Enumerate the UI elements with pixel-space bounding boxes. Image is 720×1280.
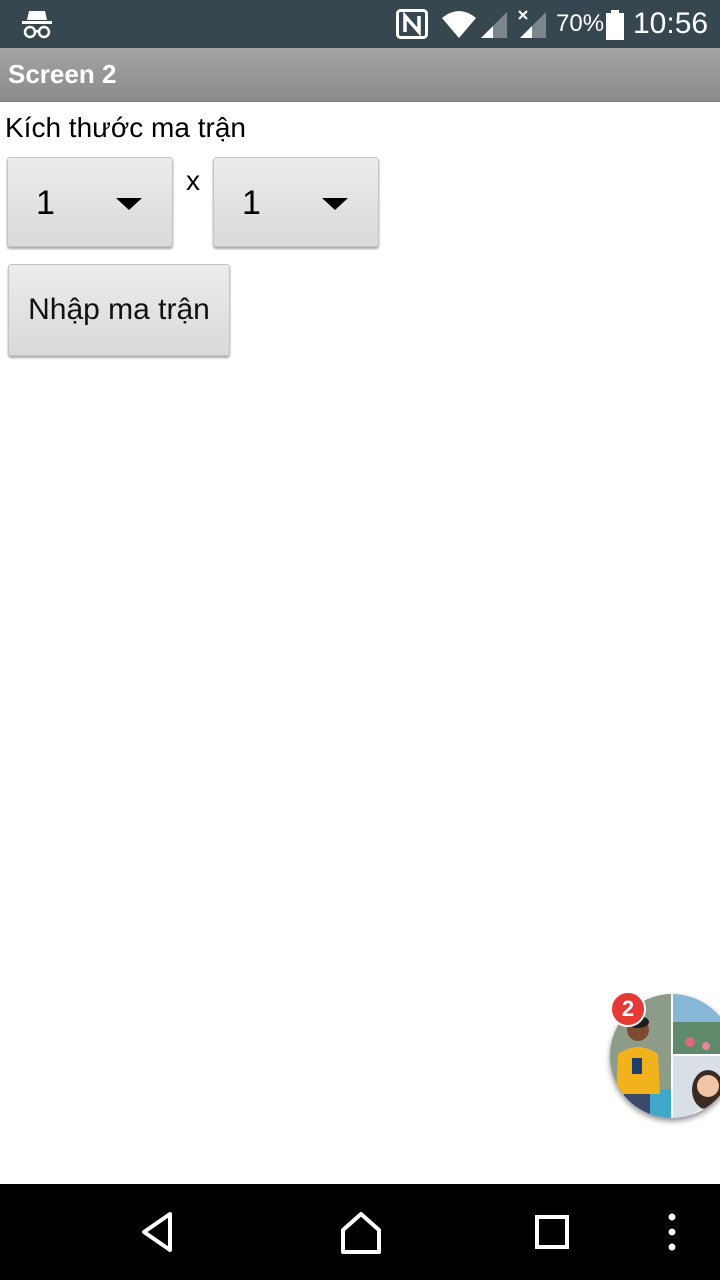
cols-spinner[interactable]: 1 [213,157,379,247]
nfc-icon [396,9,428,39]
cell-signal-no-data-icon [518,10,546,38]
wifi-icon [442,11,476,38]
battery-icon [606,10,624,40]
app-screen: 70% 10:56 Screen 2 Kích thước ma trận 1 … [0,0,720,1280]
times-label: x [186,165,200,196]
menu-icon[interactable] [660,1206,684,1258]
dropdown-arrow-icon [116,198,142,210]
cell-signal-icon [481,12,507,38]
recents-icon[interactable] [524,1206,580,1258]
chat-head-badge: 2 [610,991,646,1027]
back-icon[interactable] [132,1206,188,1258]
status-bar: 70% 10:56 [0,0,720,48]
battery-percent: 70% [556,10,605,37]
rows-spinner[interactable]: 1 [7,157,173,247]
dropdown-arrow-icon [322,198,348,210]
enter-matrix-button[interactable]: Nhập ma trận [8,264,230,356]
status-clock: 10:56 [633,7,709,40]
navigation-bar [0,1184,720,1280]
screen-title: Screen 2 [8,59,117,89]
title-bar: Screen 2 [0,48,720,102]
home-icon[interactable] [333,1206,389,1258]
matrix-size-label: Kích thước ma trận [5,112,246,143]
rows-spinner-value: 1 [36,184,55,222]
cols-spinner-value: 1 [242,184,261,222]
incognito-icon [22,11,52,39]
